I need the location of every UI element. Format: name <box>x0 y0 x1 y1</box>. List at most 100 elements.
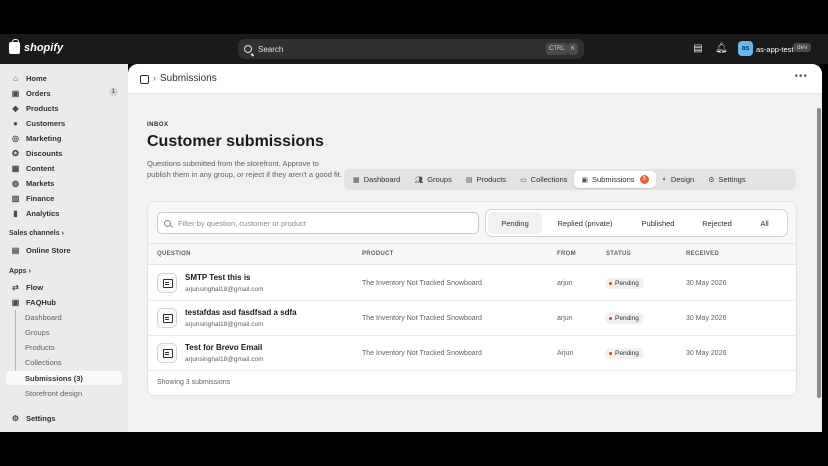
sales-channels-label: Sales channels <box>9 230 60 237</box>
sidebar-item-finance[interactable]: ▥ Finance <box>6 191 122 205</box>
orders-count-badge: 1 <box>108 88 118 96</box>
status-dot-icon <box>609 282 612 285</box>
tab-label: Settings <box>718 175 746 184</box>
discount-icon: ✪ <box>12 148 19 158</box>
filter-search-input[interactable]: Filter by question, customer or product <box>157 212 479 234</box>
table-row[interactable]: testafdas asd fasdfsad a sdfa arjunsingh… <box>148 301 796 336</box>
table-row[interactable]: Test for Brevo Email arjunsinghal18@gmai… <box>148 336 796 371</box>
sidebar-item-content[interactable]: ▦ Content <box>6 161 122 175</box>
page-heading: Customer submissions <box>147 133 324 150</box>
status-badge: Pending <box>605 278 644 289</box>
tab-label: Design <box>670 175 695 184</box>
status-dot-icon <box>609 352 612 355</box>
product-name: The Inventory Not Tracked Snowboard <box>362 350 482 357</box>
box-icon: ▤ <box>465 176 473 184</box>
sidebar-item-settings[interactable]: ⚙ Settings <box>6 411 122 425</box>
message-icon <box>157 343 177 363</box>
sidebar-item-marketing[interactable]: ◎ Marketing <box>6 131 122 145</box>
received-date: 30 May 2026 <box>686 350 727 357</box>
gear-icon: ⚙ <box>11 413 20 423</box>
submissions-count-badge: 3 <box>639 175 649 184</box>
scrollbar-thumb[interactable] <box>817 108 821 398</box>
sidebar-item-label: Analytics <box>26 208 60 218</box>
sidebar-sub-dashboard[interactable]: Dashboard <box>6 310 122 324</box>
customer-email: arjunsinghal18@gmail.com <box>185 321 264 328</box>
segment-rejected[interactable]: Rejected <box>688 212 746 234</box>
sidebar-item-home[interactable]: ⌂ Home <box>6 71 122 85</box>
store-icon[interactable]: ▤ <box>692 43 704 55</box>
segment-published[interactable]: Published <box>628 212 688 234</box>
shopify-logo[interactable]: shopify <box>9 39 64 54</box>
env-badge: dev <box>793 43 812 52</box>
segment-pending[interactable]: Pending <box>488 212 542 234</box>
tab-submissions[interactable]: ▣ Submissions 3 <box>574 171 656 188</box>
sidebar-item-label: FAQHub <box>26 297 56 307</box>
segment-replied-private[interactable]: Replied (private) <box>542 212 628 234</box>
brand-name: shopify <box>24 42 64 54</box>
sidebar-item-discounts[interactable]: ✪ Discounts <box>6 146 122 160</box>
chart-icon: ▮ <box>13 208 18 218</box>
sidebar-sub-submissions[interactable]: Submissions (3) <box>6 371 122 385</box>
sidebar-sub-label: Collections <box>25 357 62 367</box>
sidebar-sub-collections[interactable]: Collections <box>6 355 122 369</box>
search-icon <box>164 219 171 227</box>
col-question: QUESTION <box>157 251 191 257</box>
sidebar-sub-label: Storefront design <box>25 388 83 398</box>
page-description: Questions submitted from the storefront.… <box>147 159 342 179</box>
app-frame: shopify Search CTRL K ▤ 🔔︎ as as-app-tes… <box>0 0 828 466</box>
sidebar-sub-products[interactable]: Products <box>6 340 122 354</box>
table-row[interactable]: SMTP Test this is arjunsinghal18@gmail.c… <box>148 266 796 301</box>
global-search[interactable]: Search CTRL K <box>238 39 584 59</box>
tab-label: Dashboard <box>363 175 401 184</box>
apps-heading[interactable]: Apps › <box>9 268 31 275</box>
tab-settings[interactable]: ⚙ Settings <box>701 171 752 188</box>
product-name: The Inventory Not Tracked Snowboard <box>362 315 482 322</box>
sidebar-item-orders[interactable]: ▣ Orders 1 <box>6 86 122 100</box>
table-footer: Showing 3 submissions <box>157 379 231 386</box>
apps-label: Apps <box>9 268 27 275</box>
bell-icon[interactable]: 🔔︎ <box>715 43 728 55</box>
sidebar-sub-storefront-design[interactable]: Storefront design <box>6 386 122 400</box>
tab-dashboard[interactable]: ▦ Dashboard <box>346 171 407 188</box>
people-icon: 👥︎ <box>414 176 424 184</box>
tab-design[interactable]: ◐ Design <box>656 171 702 188</box>
inbox-icon: ▣ <box>581 176 588 184</box>
flow-icon: ⇄ <box>12 282 19 292</box>
sidebar-sub-label: Submissions (3) <box>25 373 83 383</box>
table-header: QUESTION PRODUCT FROM STATUS RECEIVED <box>148 244 796 265</box>
sidebar-item-label: Flow <box>26 282 44 292</box>
sidebar-item-analytics[interactable]: ▮ Analytics <box>6 206 122 220</box>
more-actions-icon[interactable]: ••• <box>794 71 808 82</box>
scrollbar[interactable] <box>816 94 822 432</box>
sidebar-sub-groups[interactable]: Groups <box>6 325 122 339</box>
sales-channels-heading[interactable]: Sales channels › <box>9 230 64 237</box>
status-segmented-control: Pending Replied (private) Published Reje… <box>485 209 788 237</box>
shortcut-k-key: K <box>568 43 579 55</box>
sidebar-sub-label: Products <box>25 342 55 352</box>
product-name: The Inventory Not Tracked Snowboard <box>362 280 482 287</box>
sidebar-item-label: Marketing <box>26 133 62 143</box>
col-product: PRODUCT <box>362 251 394 257</box>
sidebar-item-label: Orders <box>26 88 51 98</box>
status-badge: Pending <box>605 313 644 324</box>
sidebar-item-online-store[interactable]: ▤ Online Store <box>6 243 122 257</box>
segment-all[interactable]: All <box>746 212 783 234</box>
sidebar-item-markets[interactable]: ◍ Markets <box>6 176 122 190</box>
status-dot-icon <box>609 317 612 320</box>
sidebar-item-flow[interactable]: ⇄ Flow <box>6 280 122 294</box>
store-name[interactable]: as-app-test <box>756 45 794 54</box>
message-icon <box>157 308 177 328</box>
tab-groups[interactable]: 👥︎ Groups <box>407 171 459 188</box>
tab-label: Groups <box>427 175 452 184</box>
grid-icon: ▦ <box>353 176 360 184</box>
home-icon: ⌂ <box>13 73 18 83</box>
store-avatar[interactable]: as <box>738 41 753 56</box>
sidebar-item-customers[interactable]: ● Customers <box>6 116 122 130</box>
sidebar-item-products[interactable]: ◆ Products <box>6 101 122 115</box>
sidebar-item-faqhub[interactable]: ▣ FAQHub <box>6 295 122 309</box>
sidebar-item-label: Customers <box>26 118 66 128</box>
tab-collections[interactable]: ▭ Collections <box>513 171 574 188</box>
tab-products[interactable]: ▤ Products <box>459 171 513 188</box>
status-label: Pending <box>615 350 639 357</box>
status-label: Pending <box>615 315 639 322</box>
